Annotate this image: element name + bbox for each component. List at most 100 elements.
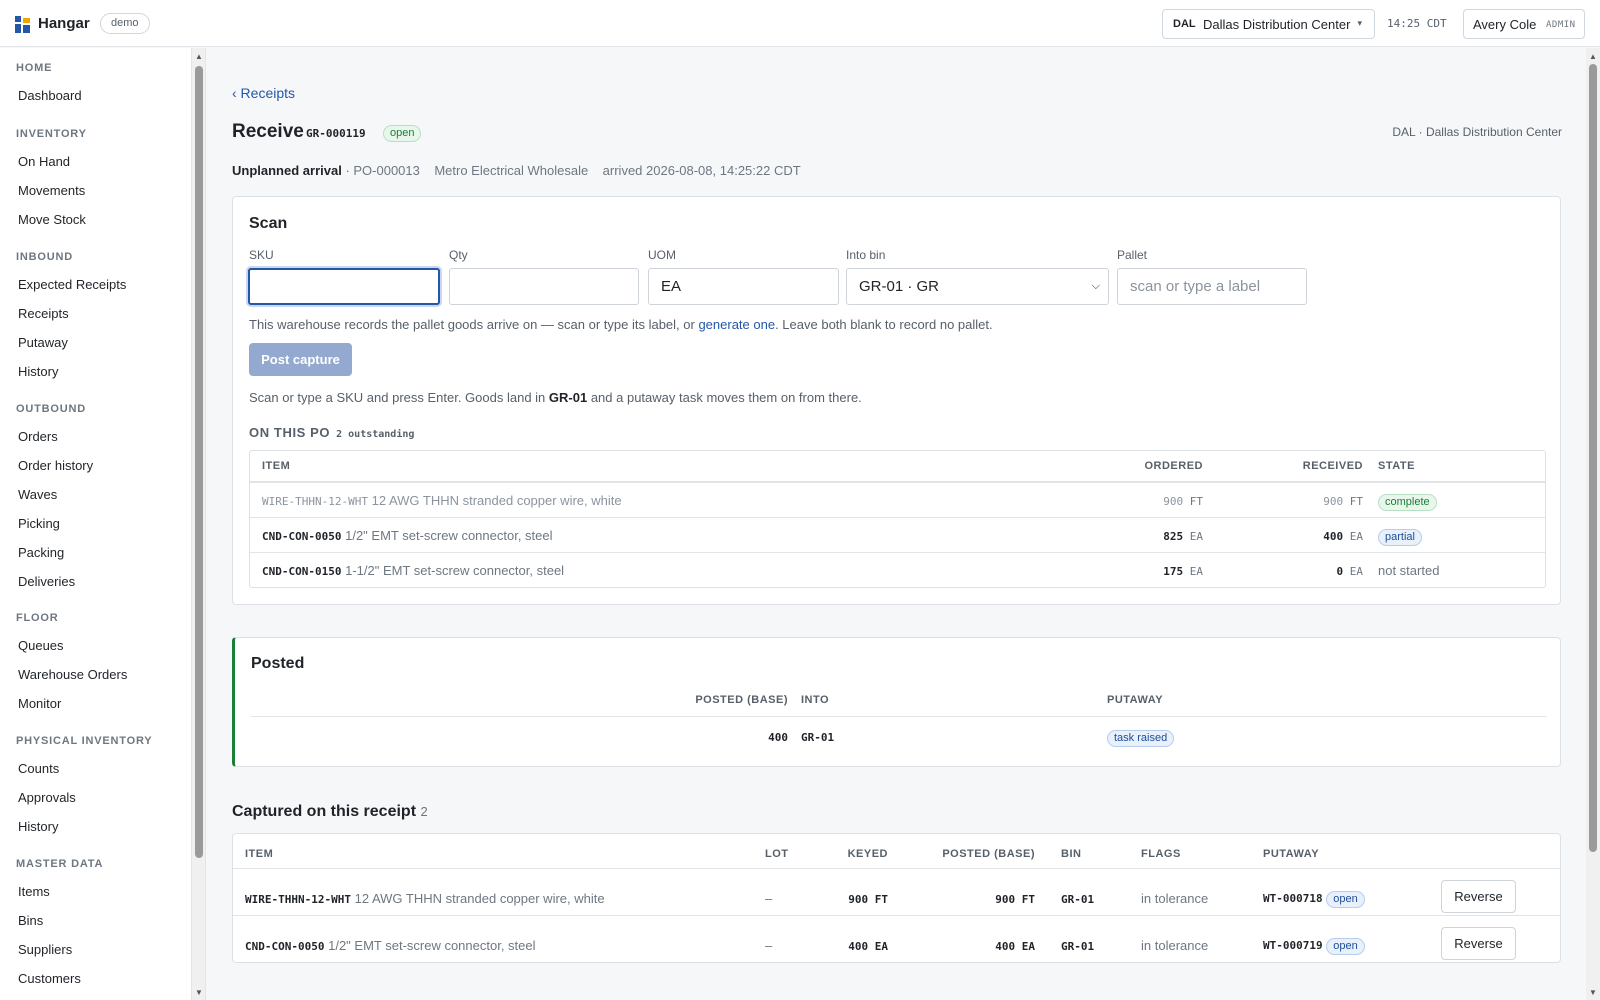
outstanding-count: 2 outstanding [336,429,415,440]
sidebar-scrollbar[interactable]: ▲ ▼ [192,48,206,1000]
sidebar-item-approvals[interactable]: Approvals [18,790,76,805]
col-putaway: PUTAWAY [1263,848,1320,860]
table-row: CND-CON-0050 1/2" EMT set-screw connecto… [262,528,553,543]
item-sku: CND-CON-0150 [262,565,342,578]
sidebar-item-deliveries[interactable]: Deliveries [18,574,75,589]
sidebar-item-customers[interactable]: Customers [18,971,81,986]
arrival-kind: Unplanned arrival [232,163,342,178]
pallet-help-start: This warehouse records the pallet goods … [249,317,699,332]
sku-input[interactable] [248,268,440,305]
lot-value: – [765,938,773,953]
generate-pallet-link[interactable]: generate one [698,317,775,332]
table-row: CND-CON-0150 1-1/2" EMT set-screw connec… [262,563,564,578]
sidebar-item-waves[interactable]: Waves [18,487,57,502]
scroll-down-icon[interactable]: ▼ [195,988,203,997]
sidebar-item-packing[interactable]: Packing [18,545,64,560]
col-flags: FLAGS [1141,848,1181,860]
sidebar-item-items[interactable]: Items [18,884,50,899]
sidebar: HOME Dashboard INVENTORY On Hand Movemen… [0,48,192,1000]
sidebar-item-picking[interactable]: Picking [18,516,60,531]
putaway-task-link[interactable]: WT-000718 [1263,892,1323,905]
posted-title: Posted [251,655,305,672]
sidebar-scroll-thumb[interactable] [195,66,203,858]
sidebar-section-master-data: MASTER DATA [16,858,104,870]
sidebar-item-movements[interactable]: Movements [18,183,85,198]
scan-note-start: Scan or type a SKU and press Enter. Good… [249,390,549,405]
item-description: 12 AWG THHN stranded copper wire, white [371,493,622,508]
sidebar-item-move-stock[interactable]: Move Stock [18,212,86,227]
qty-input[interactable] [449,268,639,305]
putaway-task-link[interactable]: WT-000719 [1263,939,1323,952]
arrival-summary: Unplanned arrival · PO-000013 Metro Elec… [232,163,801,178]
col-received: RECEIVED [1302,460,1363,472]
sidebar-item-count-history[interactable]: History [18,819,58,834]
sidebar-item-bins[interactable]: Bins [18,913,43,928]
site-selector[interactable]: DAL Dallas Distribution Center ▾ [1162,9,1375,39]
sidebar-item-counts[interactable]: Counts [18,761,59,776]
captured-heading: Captured on this receipt 2 [232,803,428,821]
received-qty: 900 FT [1323,495,1363,508]
site-label: DAL · Dallas Distribution Center [1392,125,1562,139]
received-value: 400 [1323,530,1344,543]
keyed-qty: 400 EA [848,940,888,953]
scan-note-bin: GR-01 [548,390,588,405]
app-name[interactable]: Hangar [38,15,90,32]
user-menu[interactable]: Avery Cole ADMIN [1463,9,1585,39]
sidebar-item-inbound-history[interactable]: History [18,364,58,379]
reverse-button[interactable]: Reverse [1441,927,1516,960]
po-reference: · PO-000013 [345,163,420,178]
main-scroll-thumb[interactable] [1589,64,1597,852]
putaway-task-cell: WT-000719 open [1263,937,1365,955]
env-badge: demo [100,13,150,34]
received-value: 900 [1323,495,1344,508]
putaway-badge: task raised [1107,730,1175,747]
sidebar-item-monitor[interactable]: Monitor [18,696,61,711]
col-state: STATE [1378,460,1415,472]
pallet-help-end: . Leave both blank to record no pallet. [775,317,993,332]
sidebar-item-expected-receipts[interactable]: Expected Receipts [18,277,126,292]
pallet-input[interactable]: scan or type a label [1117,268,1307,305]
col-putaway: PUTAWAY [1107,694,1164,706]
item-sku: CND-CON-0050 [245,940,325,953]
hangar-logo-icon [15,16,30,33]
ordered-uom: EA [1189,530,1203,543]
sidebar-item-receipts[interactable]: Receipts [18,306,69,321]
sidebar-item-on-hand[interactable]: On Hand [18,154,70,169]
item-description: 1-1/2" EMT set-screw connector, steel [345,563,565,578]
sidebar-section-home: HOME [16,62,53,74]
row-divider [250,517,1545,518]
sidebar-item-suppliers[interactable]: Suppliers [18,942,72,957]
scan-note-end: and a putaway task moves them on from th… [587,390,862,405]
sidebar-item-order-history[interactable]: Order history [18,458,93,473]
col-bin: BIN [1061,848,1082,860]
sidebar-item-putaway[interactable]: Putaway [18,335,68,350]
header-divider [251,716,1547,717]
sidebar-item-queues[interactable]: Queues [18,638,64,653]
posted-qty: 900 FT [995,893,1035,906]
sidebar-item-warehouse-orders[interactable]: Warehouse Orders [18,667,127,682]
scroll-down-icon[interactable]: ▼ [1589,988,1597,997]
sidebar-section-physical-inventory: PHYSICAL INVENTORY [16,735,153,747]
main-scrollbar[interactable]: ▲ ▼ [1586,48,1600,1000]
col-item: ITEM [245,848,274,860]
uom-input[interactable]: EA [648,268,839,305]
received-value: 0 [1336,565,1344,578]
status-badge: open [383,125,422,142]
received-qty: 400 EA [1323,530,1363,543]
post-capture-button[interactable]: Post capture [249,343,352,376]
scroll-up-icon[interactable]: ▲ [1589,52,1597,61]
scroll-up-icon[interactable]: ▲ [195,52,203,61]
sidebar-item-orders[interactable]: Orders [18,429,58,444]
posted-card: Posted POSTED (BASE) INTO PUTAWAY 400 GR… [232,637,1561,767]
chevron-down-icon: ⌵ [1091,280,1100,292]
reverse-button[interactable]: Reverse [1441,880,1516,913]
putaway-task-cell: WT-000718 open [1263,890,1365,908]
header-divider [233,868,1560,869]
chevron-down-icon: ▾ [1357,18,1362,28]
bin-select[interactable]: GR-01 · GR ⌵ [846,268,1109,305]
back-to-receipts-link[interactable]: ‹ Receipts [232,85,295,101]
sidebar-item-dashboard[interactable]: Dashboard [18,88,82,103]
captured-count: 2 [420,804,428,819]
scan-card: Scan SKU Qty UOM EA Into bin GR-01 · GR … [232,196,1561,605]
user-name: Avery Cole [1473,17,1537,32]
